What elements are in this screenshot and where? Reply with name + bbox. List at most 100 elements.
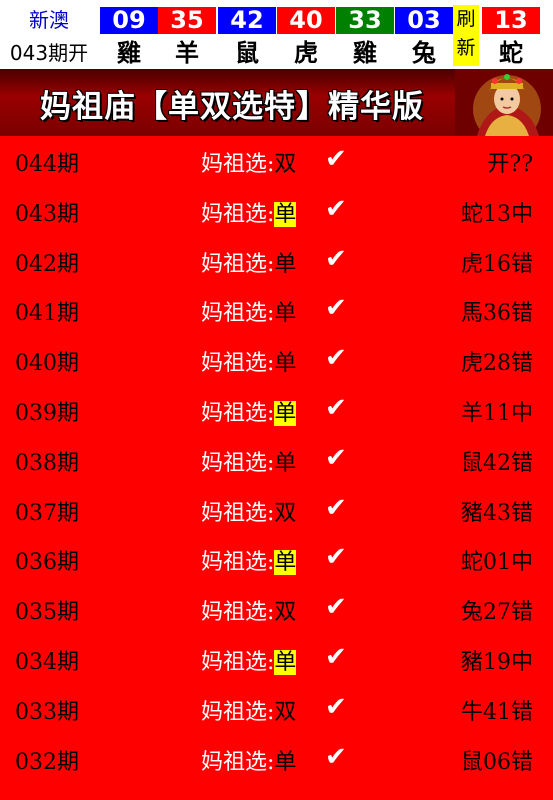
- pick-value: 单: [274, 550, 297, 576]
- draw-result-header: 新澳 043期开 09 雞 35 羊 42 鼠 40 虎 33 雞 03 兔 13 蛇 刷 新: [0, 0, 553, 69]
- ball-number: 35: [158, 7, 216, 34]
- pick-label: 妈祖选:: [201, 152, 275, 177]
- pick-label: 妈祖选:: [201, 500, 275, 526]
- ball-number: 13: [482, 7, 540, 34]
- prediction-row: 038期 妈祖选:单 ✔ 鼠42错: [0, 435, 553, 485]
- pick: 妈祖选:单: [201, 196, 297, 228]
- ball-zodiac: 鼠: [235, 39, 259, 67]
- draw-result: 蛇13中: [461, 201, 533, 227]
- pick-value: 单: [274, 201, 297, 227]
- pick-label: 妈祖选:: [201, 351, 275, 377]
- prediction-row: 042期 妈祖选:单 ✔ 虎16错: [0, 236, 553, 286]
- checkmark-icon: ✔: [325, 442, 347, 473]
- checkmark-icon: ✔: [325, 741, 347, 772]
- checkmark-icon: ✔: [325, 492, 347, 523]
- number-ball: 09 雞: [100, 0, 158, 67]
- checkmark-icon: ✔: [325, 243, 347, 274]
- pick-label: 妈祖选:: [201, 649, 275, 675]
- pick: 妈祖选:单: [201, 544, 297, 576]
- pick-label: 妈祖选:: [201, 251, 275, 277]
- ball-zodiac: 雞: [117, 39, 141, 67]
- checkmark-icon: ✔: [325, 592, 347, 623]
- pick: 妈祖选:单: [201, 246, 296, 278]
- draw-result: 开??: [487, 152, 533, 177]
- issue-number: 035期: [15, 600, 79, 626]
- pick-label: 妈祖选:: [201, 749, 275, 775]
- ball-number: 03: [395, 7, 453, 34]
- draw-result: 羊11中: [461, 400, 533, 426]
- prediction-row: 034期 妈祖选:单 ✔ 豬19中: [0, 634, 553, 684]
- issue-number: 039期: [15, 400, 79, 426]
- prediction-row: 040期 妈祖选:单 ✔ 虎28错: [0, 335, 553, 385]
- banner: 妈祖庙【单双选特】精华版: [0, 69, 553, 136]
- pick: 妈祖选:单: [201, 295, 296, 327]
- prediction-row: 044期 妈祖选:双 ✔ 开??: [0, 136, 553, 186]
- pick-label: 妈祖选:: [201, 301, 275, 327]
- draw-result: 虎16错: [461, 251, 533, 277]
- issue-number: 042期: [15, 251, 79, 277]
- ball-number: 42: [218, 7, 276, 34]
- checkmark-icon: ✔: [325, 144, 347, 174]
- pick-value: 双: [274, 500, 297, 526]
- pick: 妈祖选:单: [201, 345, 296, 377]
- draw-result: 豬43错: [461, 500, 533, 526]
- pick: 妈祖选:双: [201, 694, 296, 726]
- prediction-row: 039期 妈祖选:单 ✔ 羊11中: [0, 385, 553, 435]
- number-ball: 35 羊: [158, 0, 216, 67]
- pick: 妈祖选:双: [201, 594, 296, 626]
- issue-number: 036期: [15, 550, 79, 576]
- brand-label: 新澳: [29, 8, 69, 32]
- ball-zodiac: 虎: [294, 39, 318, 67]
- deity-image: [455, 69, 553, 136]
- issue-number: 043期: [15, 201, 79, 227]
- draw-result: 鼠06错: [461, 749, 533, 775]
- prediction-row: 036期 妈祖选:单 ✔ 蛇01中: [0, 534, 553, 584]
- issue-number: 032期: [15, 749, 79, 775]
- prediction-list: 044期 妈祖选:双 ✔ 开?? 043期 妈祖选:单 ✔ 蛇13中 042期 妈祖选:单 ✔ 虎16…: [0, 136, 553, 783]
- issue-number: 034期: [15, 649, 79, 675]
- number-ball: 33 雞: [336, 0, 394, 67]
- pick: 妈祖选:单: [201, 395, 297, 427]
- pick-value: 单: [274, 749, 297, 775]
- issue-number: 044期: [15, 152, 79, 177]
- number-ball: 40 虎: [277, 0, 335, 67]
- issue-number: 033期: [15, 699, 79, 725]
- pick-label: 妈祖选:: [201, 550, 275, 576]
- pick-label: 妈祖选:: [201, 201, 275, 227]
- pick: 妈祖选:双: [201, 495, 296, 527]
- checkmark-icon: ✔: [325, 193, 347, 224]
- checkmark-icon: ✔: [325, 343, 347, 374]
- checkmark-icon: ✔: [325, 542, 347, 573]
- number-ball: 03 兔: [395, 0, 453, 67]
- banner-title: 妈祖庙【单双选特】精华版: [40, 89, 424, 125]
- latest-issue-label: 043期开: [9, 41, 89, 65]
- pick-value: 单: [274, 649, 297, 675]
- draw-result: 兔27错: [461, 600, 533, 626]
- pick-value: 单: [274, 251, 297, 277]
- issue-number: 037期: [15, 500, 79, 526]
- refresh-button[interactable]: 刷 新: [453, 5, 479, 66]
- pick: 妈祖选:单: [201, 445, 296, 477]
- pick-label: 妈祖选:: [201, 600, 275, 626]
- ball-number: 40: [277, 7, 335, 34]
- prediction-row: 035期 妈祖选:双 ✔ 兔27错: [0, 584, 553, 634]
- pick-label: 妈祖选:: [201, 400, 275, 426]
- ball-zodiac: 兔: [412, 39, 436, 67]
- pick-value: 单: [274, 450, 297, 476]
- prediction-row: 033期 妈祖选:双 ✔ 牛41错: [0, 684, 553, 734]
- prediction-row: 037期 妈祖选:双 ✔ 豬43错: [0, 485, 553, 535]
- ball-number: 09: [100, 7, 158, 34]
- ball-number: 33: [336, 7, 394, 34]
- draw-result: 牛41错: [461, 699, 533, 725]
- issue-number: 038期: [15, 450, 79, 476]
- pick-label: 妈祖选:: [201, 699, 275, 725]
- checkmark-icon: ✔: [325, 641, 347, 672]
- draw-result: 蛇01中: [461, 550, 533, 576]
- ball-zodiac: 羊: [175, 39, 199, 67]
- pick-value: 双: [274, 152, 297, 177]
- checkmark-icon: ✔: [325, 293, 347, 324]
- pick-value: 单: [274, 400, 297, 426]
- refresh-label-line-2: 新: [456, 37, 476, 59]
- issue-number: 041期: [15, 301, 79, 327]
- pick: 妈祖选:双: [201, 146, 296, 178]
